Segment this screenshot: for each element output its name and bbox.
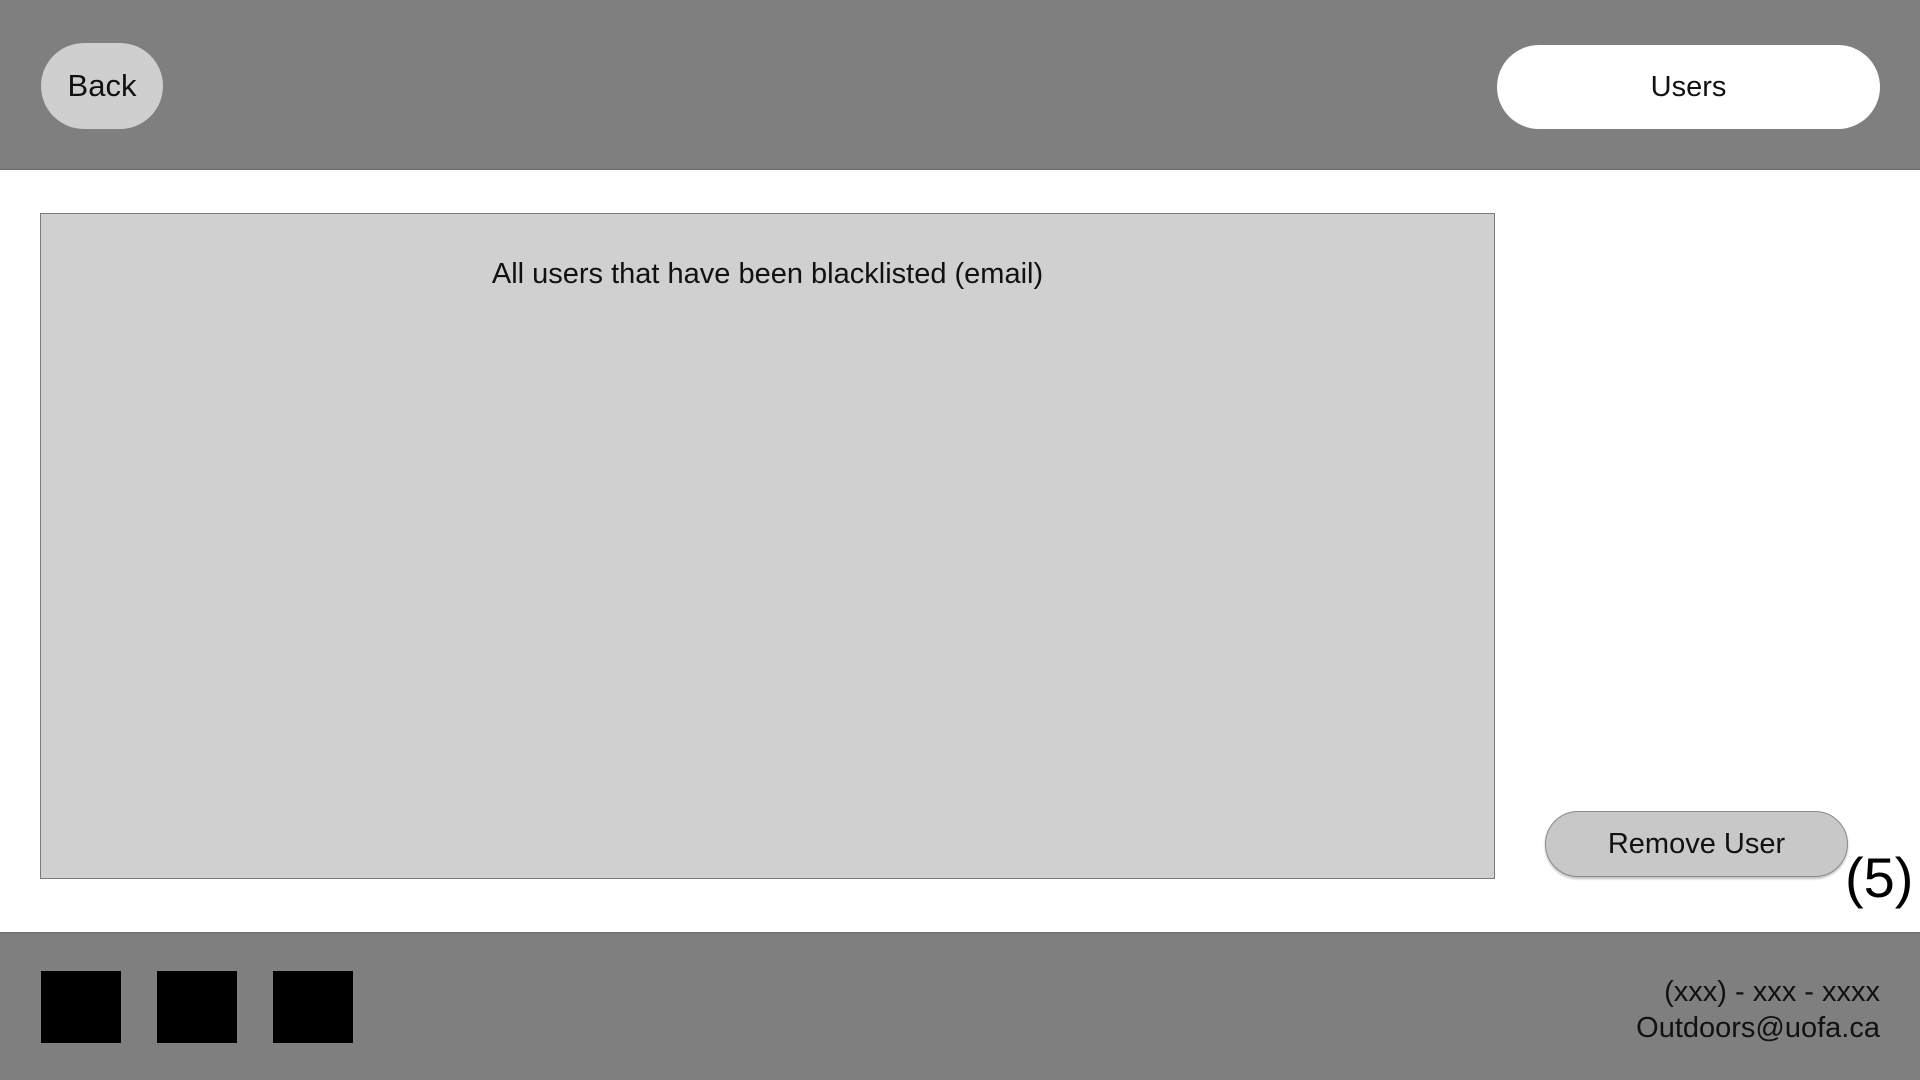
contact-phone: (xxx) - xxx - xxxx: [1664, 976, 1880, 1008]
top-bar: Back Users: [0, 0, 1920, 170]
list-heading: All users that have been blacklisted (em…: [491, 258, 1044, 290]
contact-email[interactable]: Outdoors@uofa.ca: [1636, 1010, 1880, 1046]
step-annotation: (5): [1845, 846, 1914, 909]
social-icon-2[interactable]: [157, 971, 237, 1043]
social-icon-3[interactable]: [273, 971, 353, 1043]
social-icon-1[interactable]: [41, 971, 121, 1043]
contact-info: (xxx) - xxx - xxxx Outdoors@uofa.ca: [1636, 974, 1880, 1046]
back-button[interactable]: Back: [41, 43, 163, 129]
remove-user-button[interactable]: Remove User: [1545, 811, 1848, 877]
blacklisted-users-list[interactable]: All users that have been blacklisted (em…: [40, 213, 1495, 879]
users-button[interactable]: Users: [1497, 45, 1880, 129]
